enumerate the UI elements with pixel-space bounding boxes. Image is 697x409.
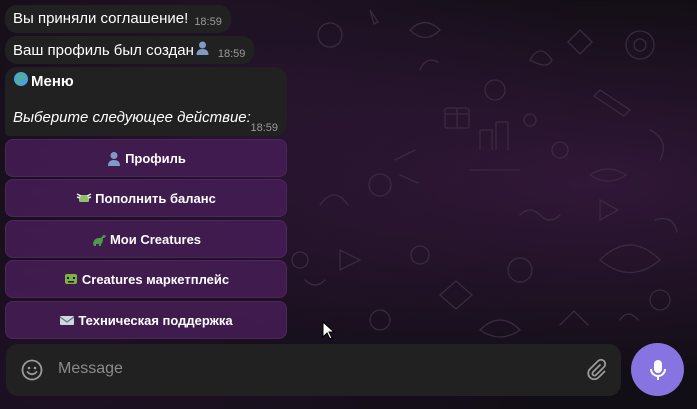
envelope-icon [59, 313, 75, 327]
message-text: Ваш профиль был создан [13, 42, 194, 59]
mouse-cursor-icon [322, 321, 336, 340]
keyboard-button-label: Техническая поддержка [78, 312, 233, 328]
keyboard-button-profile[interactable]: Профиль [5, 139, 287, 177]
paperclip-icon[interactable] [584, 358, 608, 382]
bust-in-silhouette-icon [195, 40, 210, 60]
menu-body: Выберите следующее действие: [13, 109, 251, 126]
dinosaur-icon [91, 232, 107, 246]
message-time: 18:59 [250, 122, 278, 134]
keyboard-button-label: Пополнить баланс [95, 190, 216, 206]
globe-icon [13, 71, 29, 92]
message-composer: Message [6, 344, 621, 396]
keyboard-button-my-creatures[interactable]: Мои Creatures [5, 220, 287, 258]
message-bubble: Вы приняли соглашение! 18:59 [5, 5, 231, 33]
menu-title: Меню [31, 73, 74, 90]
keyboard-button-top-up-balance[interactable]: Пополнить баланс [5, 179, 287, 217]
message-input[interactable]: Message [58, 360, 123, 378]
message-time: 18:59 [194, 16, 222, 28]
keyboard-button-tech-support[interactable]: Техническая поддержка [5, 301, 287, 339]
keyboard-button-label: Creatures маркетплейс [81, 271, 230, 287]
microphone-icon [649, 359, 666, 380]
message-text: Вы приняли соглашение! [13, 10, 189, 27]
keyboard-button-creatures-marketplace[interactable]: Creatures маркетплейс [5, 260, 287, 298]
smiley-icon[interactable] [20, 358, 44, 382]
message-bubble: Ваш профиль был создан 18:59 [5, 36, 255, 64]
message-time: 18:59 [217, 48, 246, 60]
person-silhouette-icon [106, 151, 122, 166]
keyboard-button-label: Мои Creatures [109, 231, 202, 247]
money-wings-icon [76, 191, 92, 205]
keyboard-button-label: Профиль [125, 150, 186, 166]
voice-record-button[interactable] [631, 343, 684, 396]
menu-message-bubble: Меню Выберите следующее действие: 18:59 [5, 67, 287, 136]
alien-monster-icon [63, 272, 79, 286]
